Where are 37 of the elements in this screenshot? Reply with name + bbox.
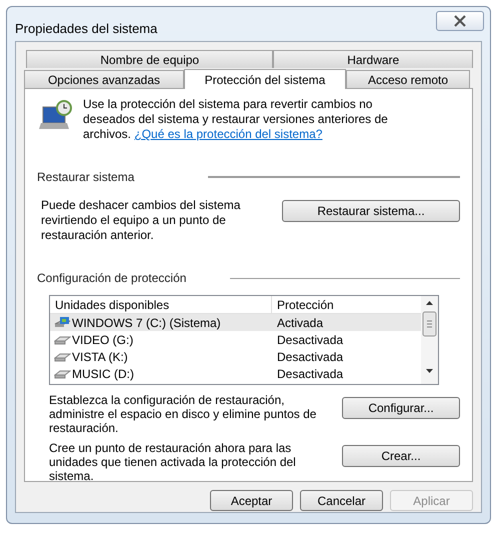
close-icon xyxy=(453,15,467,27)
protection-status: Activada xyxy=(276,314,324,332)
protection-status: Desactivada xyxy=(276,332,344,348)
tab[interactable]: Nombre de equipo xyxy=(26,50,274,68)
tab[interactable]: Opciones avanzadas xyxy=(24,70,184,88)
column-header[interactable]: Unidades disponibles xyxy=(50,296,272,313)
restore-button[interactable]: Restaurar sistema... xyxy=(282,200,460,222)
column-header[interactable]: Protección xyxy=(272,296,421,313)
drive-name: VIDEO (G:) xyxy=(72,332,134,348)
drive-icon xyxy=(54,334,71,346)
action-description: Cree un punto de restauración ahora para las unidades que tienen activada la protección del sistema. xyxy=(49,441,297,483)
action-button[interactable]: Configurar... xyxy=(342,397,460,419)
scrollbar[interactable] xyxy=(421,296,438,384)
drive-icon xyxy=(54,368,71,380)
drive-row[interactable]: WINDOWS 7 (C:) (Sistema) Activada xyxy=(50,314,421,331)
tab[interactable]: Protección del sistema xyxy=(184,69,346,89)
protection-status: Desactivada xyxy=(276,348,344,366)
restore-description: Puede deshacer cambios del sistema revirtiendo el equipo a un punto de restauración anterior. xyxy=(41,198,242,243)
dialog-button[interactable]: Cancelar xyxy=(300,490,383,511)
tab[interactable]: Hardware xyxy=(273,50,473,68)
intro-text: Use la protección del sistema para revertir cambios no deseados del sistema y restaurar versiones anteriores de archivos. ¿Qué es la protección del sistema? xyxy=(83,97,389,142)
group-title: Restaurar sistema xyxy=(37,169,134,186)
dialog-button[interactable]: Aceptar xyxy=(210,490,293,511)
tab[interactable]: Acceso remoto xyxy=(346,70,470,88)
drive-name: VISTA (K:) xyxy=(72,348,128,366)
window-title: Propiedades del sistema xyxy=(15,20,158,38)
computer-clock-icon xyxy=(39,99,73,131)
drive-name: MUSIC (D:) xyxy=(72,366,134,382)
drive-icon xyxy=(54,350,71,362)
group-title: Configuración de protección xyxy=(37,270,186,287)
close-button[interactable] xyxy=(436,11,484,31)
action-button[interactable]: Crear... xyxy=(342,445,460,467)
action-description: Establezca la configuración de restauración, administre el espacio en disco y elimine puntos de restauración. xyxy=(49,393,317,435)
system-drive-icon xyxy=(54,316,71,328)
drive-name: WINDOWS 7 (C:) (Sistema) xyxy=(72,314,221,332)
protection-status: Desactivada xyxy=(276,366,344,382)
help-link[interactable]: ¿Qué es la protección del sistema? xyxy=(134,127,322,141)
